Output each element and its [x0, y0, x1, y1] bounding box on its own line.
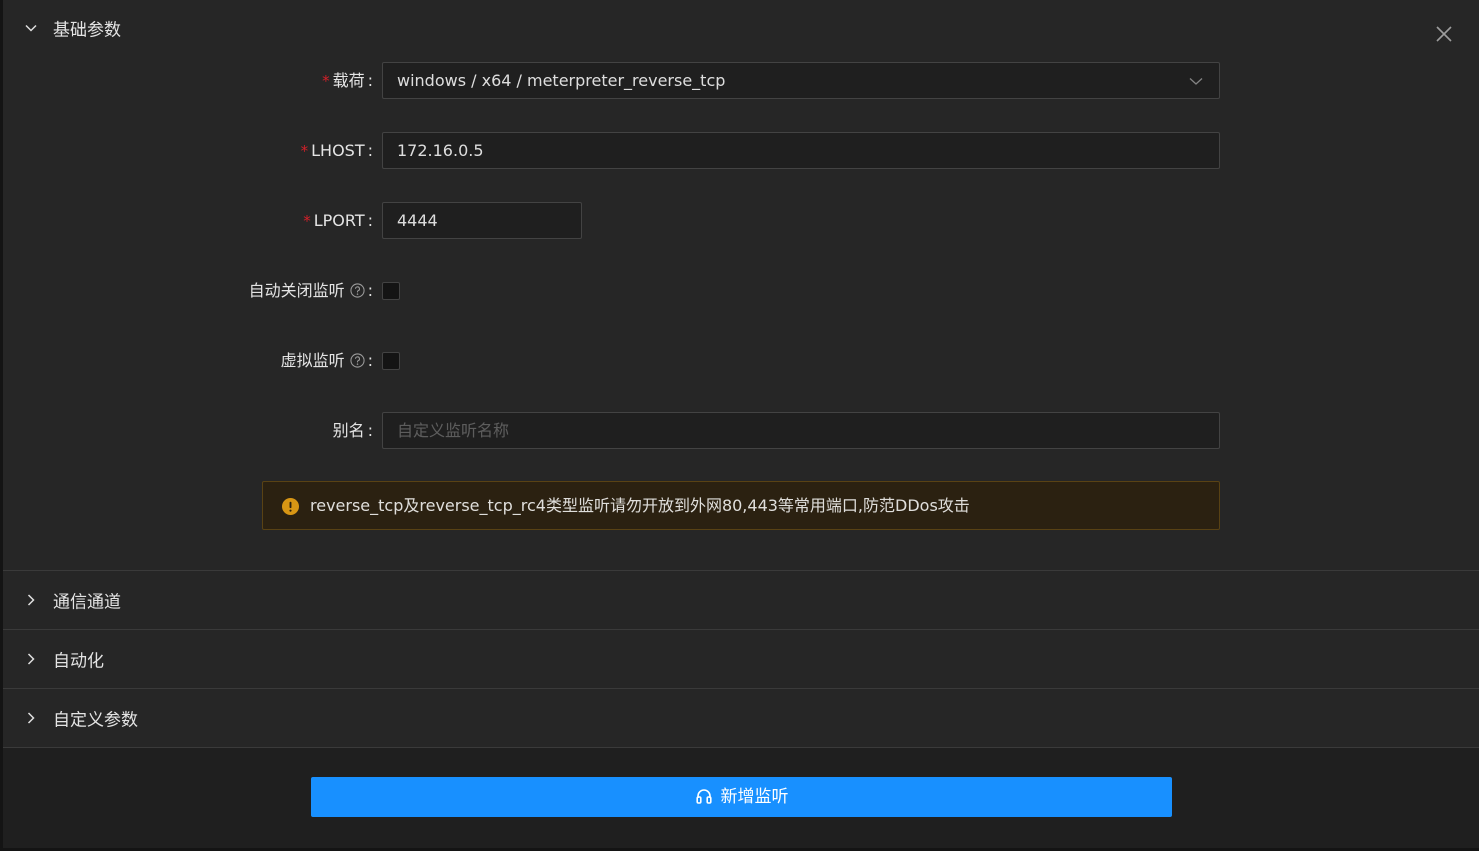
auto-close-checkbox[interactable]	[382, 282, 400, 300]
required-mark: *	[322, 72, 330, 90]
question-circle-icon[interactable]	[350, 353, 365, 368]
section-title-automation: 自动化	[53, 651, 104, 672]
payload-select-value: windows / x64 / meterpreter_reverse_tcp	[397, 71, 726, 90]
close-icon[interactable]	[1434, 24, 1454, 44]
lport-input-wrapper	[382, 202, 582, 239]
section-header-custom[interactable]: 自定义参数	[3, 689, 1479, 748]
alias-label: 别名:	[332, 421, 373, 440]
section-title-basic: 基础参数	[53, 20, 121, 41]
auto-close-row: 自动关闭监听 :	[3, 271, 1479, 311]
add-listener-label: 新增监听	[720, 787, 789, 807]
collapse-panels: 基础参数 * 载荷: windows / x64 / meterpreter_re…	[3, 0, 1479, 748]
virtual-label: 虚拟监听 :	[280, 351, 373, 370]
warning-alert: reverse_tcp及reverse_tcp_rc4类型监听请勿开放到外网80…	[262, 481, 1220, 530]
lport-label: * LPORT:	[303, 211, 373, 230]
lport-row: * LPORT:	[3, 201, 1479, 241]
question-circle-icon[interactable]	[350, 283, 365, 298]
alias-input-wrapper	[382, 412, 1220, 449]
section-header-basic[interactable]: 基础参数	[3, 0, 1479, 56]
warning-message: reverse_tcp及reverse_tcp_rc4类型监听请勿开放到外网80…	[310, 496, 970, 515]
required-mark: *	[303, 212, 311, 230]
lport-input[interactable]	[397, 204, 574, 237]
payload-row: * 载荷: windows / x64 / meterpreter_reverse…	[3, 61, 1479, 101]
section-title-channel: 通信通道	[53, 592, 121, 613]
exclamation-circle-icon	[282, 498, 299, 515]
chevron-right-icon	[27, 712, 35, 724]
lhost-input-wrapper	[382, 132, 1220, 169]
chevron-right-icon	[27, 594, 35, 606]
section-body-basic: * 载荷: windows / x64 / meterpreter_reverse…	[3, 56, 1479, 571]
section-header-channel[interactable]: 通信通道	[3, 571, 1479, 630]
lhost-input[interactable]	[397, 134, 1187, 167]
lhost-label: * LHOST:	[300, 141, 373, 160]
chevron-down-icon	[1189, 78, 1203, 85]
alias-row: 别名:	[3, 411, 1479, 451]
add-listener-button[interactable]: 新增监听	[311, 777, 1172, 817]
virtual-checkbox[interactable]	[382, 352, 400, 370]
add-listener-modal: 基础参数 * 载荷: windows / x64 / meterpreter_re…	[3, 0, 1479, 848]
chevron-right-icon	[27, 653, 35, 665]
payload-label: * 载荷:	[322, 71, 373, 90]
required-mark: *	[300, 142, 309, 160]
headphones-icon	[695, 789, 712, 804]
auto-close-label: 自动关闭监听 :	[248, 281, 373, 300]
section-title-custom: 自定义参数	[53, 710, 138, 731]
payload-select[interactable]: windows / x64 / meterpreter_reverse_tcp	[382, 62, 1220, 99]
virtual-row: 虚拟监听 :	[3, 341, 1479, 381]
chevron-down-icon	[25, 24, 37, 32]
alias-input[interactable]	[397, 414, 1187, 447]
lhost-row: * LHOST:	[3, 131, 1479, 171]
section-header-automation[interactable]: 自动化	[3, 630, 1479, 689]
